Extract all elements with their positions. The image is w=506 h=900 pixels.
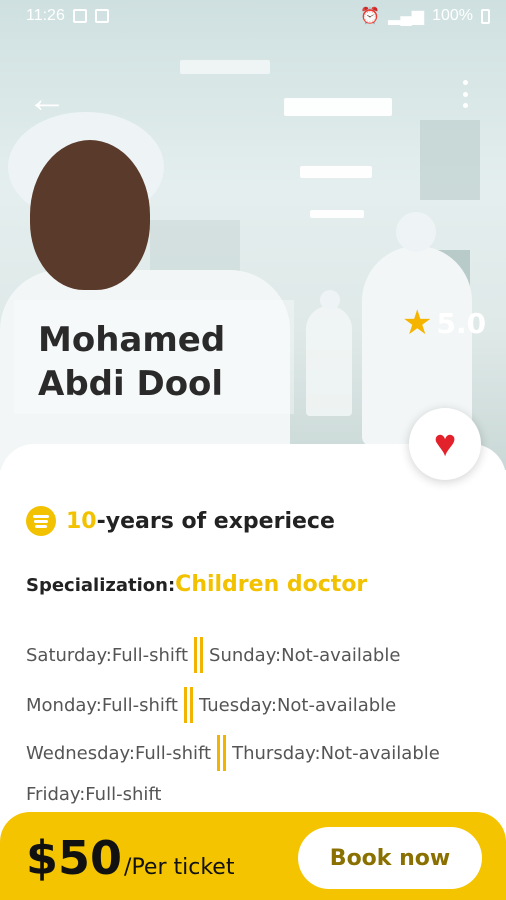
star-icon: ★ (402, 304, 433, 342)
wall-panel (420, 120, 480, 200)
ceiling-light (310, 210, 364, 218)
schedule-day: Sunday:Not-available (209, 644, 401, 666)
arrow-left-icon[interactable]: ← (24, 76, 70, 122)
image-icon (72, 9, 87, 23)
specialization-row: Specialization: Children doctor (26, 572, 367, 597)
schedule-row: Wednesday:Full-shift Thursday:Not-availa… (26, 735, 440, 771)
ceiling-light (300, 166, 372, 178)
experience-suffix: -years of experiece (96, 508, 335, 534)
alarm-icon: ⏰ (360, 8, 381, 25)
price: $50 /Per ticket (26, 830, 234, 886)
battery-level: 100% (432, 7, 473, 24)
specialization-value: Children doctor (175, 572, 368, 597)
status-bar: 11:26 ⏰ ▂▄▆ 100% (0, 0, 506, 32)
experience-text: 10-years of experiece (66, 509, 335, 534)
schedule-day: Friday:Full-shift (26, 783, 162, 805)
schedule-divider (183, 687, 193, 723)
schedule-divider (194, 637, 204, 673)
experience-years: 10 (66, 508, 97, 534)
heart-icon: ♥ (433, 423, 457, 465)
schedule-row: Saturday:Full-shift Sunday:Not-available (26, 637, 400, 673)
schedule-divider (217, 735, 227, 771)
experience-row: 10-years of experiece (26, 506, 335, 536)
more-vert-icon[interactable] (454, 78, 476, 110)
schedule-row: Monday:Full-shift Tuesday:Not-available (26, 687, 396, 723)
doctor-name: Mohamed Abdi Dool (38, 320, 226, 404)
schedule-day: Saturday:Full-shift (26, 644, 189, 666)
experience-icon (26, 506, 56, 536)
ceiling-light (284, 98, 392, 116)
ceiling-vent (180, 60, 270, 74)
rating-value: 5.0 (436, 306, 487, 340)
sim-icon (94, 9, 109, 23)
rating: ★ 5.0 (402, 306, 486, 340)
price-unit: /Per ticket (124, 855, 235, 880)
book-now-button[interactable]: Book now (298, 827, 482, 889)
schedule-row: Friday:Full-shift (26, 776, 161, 812)
specialization-label: Specialization: (26, 575, 176, 596)
price-amount: $50 (26, 831, 123, 885)
signal-icon: ▂▄▆ (388, 8, 425, 25)
status-time: 11:26 (26, 7, 65, 24)
favorite-button[interactable]: ♥ (409, 408, 481, 480)
schedule-day: Monday:Full-shift (26, 694, 178, 716)
schedule-day: Wednesday:Full-shift (26, 742, 212, 764)
schedule-day: Thursday:Not-available (232, 742, 440, 764)
schedule-day: Tuesday:Not-available (198, 694, 397, 716)
battery-icon (481, 8, 490, 24)
